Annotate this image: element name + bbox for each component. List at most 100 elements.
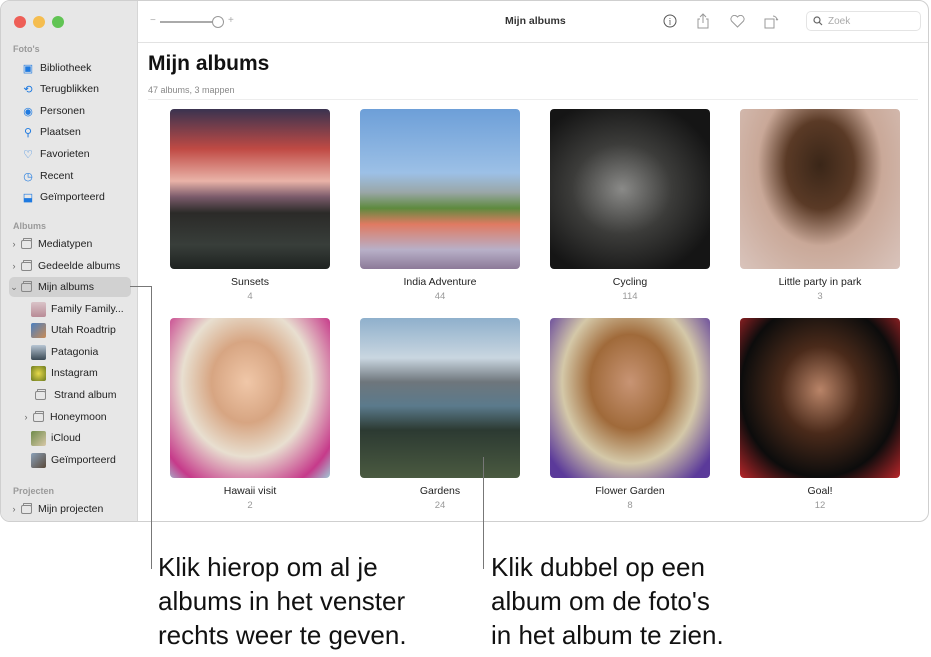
- callout-line-left-h: [130, 286, 152, 287]
- sidebar-item-my-projects[interactable]: › Mijn projecten: [9, 499, 131, 519]
- sidebar-item-library[interactable]: ▣ Bibliotheek: [9, 58, 131, 78]
- album-stack-icon: [21, 280, 32, 292]
- photos-window: Foto's ▣ Bibliotheek ⟲ Terugblikken ◉ Pe…: [0, 0, 929, 522]
- sidebar-item-imported[interactable]: ⬓ Geïmporteerd: [9, 187, 131, 207]
- album-tile[interactable]: Little party in park 3: [740, 109, 900, 302]
- album-cover[interactable]: [360, 318, 520, 478]
- sidebar-album-imported[interactable]: Geïmporteerd: [31, 450, 131, 470]
- sidebar-album-utah-roadtrip[interactable]: Utah Roadtrip: [31, 320, 131, 340]
- sidebar-item-label: Honeymoon: [50, 411, 107, 423]
- album-cover[interactable]: [170, 109, 330, 269]
- album-count: 114: [622, 291, 638, 302]
- page-title: Mijn albums: [148, 52, 270, 75]
- import-icon: ⬓: [22, 191, 34, 204]
- callout-line: in het album te zien.: [491, 620, 724, 650]
- rotate-icon[interactable]: [762, 12, 780, 30]
- sidebar-item-label: Terugblikken: [40, 83, 99, 95]
- chevron-right-icon[interactable]: ›: [21, 412, 31, 422]
- album-count: 2: [247, 500, 253, 511]
- callout-left: Klik hierop om al je albums in het venst…: [158, 550, 407, 652]
- sidebar-item-favorites[interactable]: ♡ Favorieten: [9, 144, 131, 164]
- zoom-slider[interactable]: − +: [150, 15, 240, 29]
- library-icon: ▣: [22, 62, 34, 75]
- album-tile[interactable]: Cycling 114: [550, 109, 710, 302]
- album-stack-icon: [35, 388, 46, 400]
- sidebar-album-instagram[interactable]: Instagram: [31, 363, 131, 383]
- callout-line: Klik dubbel op een: [491, 552, 705, 582]
- page-subtitle: 47 albums, 3 mappen: [148, 85, 235, 95]
- callout-right: Klik dubbel op een album om de foto's in…: [491, 550, 724, 652]
- sidebar-item-label: Geïmporteerd: [51, 454, 116, 466]
- callout-line: album om de foto's: [491, 586, 710, 616]
- sidebar: Foto's ▣ Bibliotheek ⟲ Terugblikken ◉ Pe…: [1, 1, 138, 521]
- sidebar-item-label: Utah Roadtrip: [51, 324, 116, 336]
- zoom-out-icon[interactable]: −: [150, 15, 156, 26]
- sidebar-item-places[interactable]: ⚲ Plaatsen: [9, 122, 131, 142]
- heart-icon[interactable]: [728, 12, 746, 30]
- section-title-projects: Projecten: [13, 486, 55, 496]
- callout-line: rechts weer te geven.: [158, 620, 407, 650]
- callout-line: albums in het venster: [158, 586, 406, 616]
- chevron-down-icon[interactable]: ⌄: [9, 282, 19, 293]
- sidebar-item-media-types[interactable]: › Mediatypen: [9, 234, 131, 254]
- minimize-button[interactable]: [33, 16, 45, 28]
- search-field[interactable]: Zoek: [806, 11, 921, 31]
- album-cover[interactable]: [360, 109, 520, 269]
- sidebar-album-icloud[interactable]: iCloud: [31, 428, 131, 448]
- album-thumbnail: [31, 430, 46, 446]
- sidebar-item-shared-albums[interactable]: › Gedeelde albums: [9, 256, 131, 276]
- album-name: Flower Garden: [595, 485, 665, 497]
- sidebar-item-my-albums[interactable]: ⌄ Mijn albums: [9, 277, 131, 297]
- album-name: Goal!: [807, 485, 833, 497]
- memories-icon: ⟲: [23, 83, 33, 96]
- shared-album-icon: [21, 259, 32, 271]
- sidebar-folder-honeymoon[interactable]: › Honeymoon: [21, 407, 131, 427]
- album-count: 12: [814, 500, 826, 511]
- folder-icon: [33, 410, 44, 422]
- sidebar-album-family[interactable]: Family Family...: [31, 299, 131, 319]
- share-icon[interactable]: [694, 12, 712, 30]
- album-cover[interactable]: [170, 318, 330, 478]
- sidebar-item-label: Geïmporteerd: [40, 191, 105, 203]
- album-thumbnail: [31, 452, 46, 468]
- album-thumbnail: [31, 344, 46, 360]
- album-name: Gardens: [419, 485, 461, 497]
- sidebar-item-label: Gedeelde albums: [38, 260, 121, 272]
- album-tile[interactable]: India Adventure 44: [360, 109, 520, 302]
- slider-knob[interactable]: [212, 16, 224, 28]
- album-tile[interactable]: Flower Garden 8: [550, 318, 710, 511]
- window-title: Mijn albums: [505, 15, 566, 27]
- album-tile[interactable]: Sunsets 4: [170, 109, 330, 302]
- album-cover[interactable]: [550, 109, 710, 269]
- album-thumbnail: [31, 365, 46, 381]
- info-icon[interactable]: i: [661, 12, 679, 30]
- album-tile[interactable]: Goal! 12: [740, 318, 900, 511]
- chevron-right-icon[interactable]: ›: [9, 239, 19, 249]
- sidebar-item-label: Plaatsen: [40, 126, 81, 138]
- chevron-right-icon[interactable]: ›: [9, 504, 19, 514]
- album-count: 24: [434, 500, 446, 511]
- album-tile[interactable]: Hawaii visit 2: [170, 318, 330, 511]
- album-name: Hawaii visit: [223, 485, 277, 497]
- zoom-button[interactable]: [52, 16, 64, 28]
- album-cover[interactable]: [740, 109, 900, 269]
- callout-line-left-v: [151, 286, 152, 569]
- sidebar-item-recent[interactable]: ◷ Recent: [9, 166, 131, 186]
- sidebar-item-memories[interactable]: ⟲ Terugblikken: [9, 79, 131, 99]
- album-thumbnail: [31, 301, 46, 317]
- album-name: India Adventure: [403, 276, 477, 288]
- search-icon: [813, 16, 823, 26]
- close-button[interactable]: [14, 16, 26, 28]
- places-icon: ⚲: [23, 126, 33, 139]
- sidebar-album-strand[interactable]: Strand album: [31, 385, 131, 405]
- sidebar-album-patagonia[interactable]: Patagonia: [31, 342, 131, 362]
- album-tile[interactable]: Gardens 24: [360, 318, 520, 511]
- slider-track[interactable]: [160, 21, 216, 23]
- toolbar: − + Mijn albums i Zoek: [138, 1, 928, 43]
- album-cover[interactable]: [550, 318, 710, 478]
- zoom-in-icon[interactable]: +: [228, 15, 234, 26]
- sidebar-item-people[interactable]: ◉ Personen: [9, 101, 131, 121]
- album-cover[interactable]: [740, 318, 900, 478]
- chevron-right-icon[interactable]: ›: [9, 261, 19, 271]
- sidebar-item-label: Personen: [40, 105, 85, 117]
